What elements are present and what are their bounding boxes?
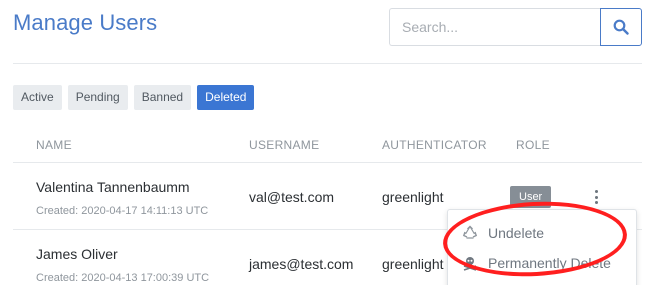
search-button[interactable]: [600, 8, 642, 46]
page-title: Manage Users: [13, 10, 158, 35]
user-name: Valentina Tannenbaumm: [36, 179, 190, 195]
manage-users-page: Manage Users Active Pending Banned Delet…: [0, 0, 652, 285]
menu-item-undelete[interactable]: Undelete: [448, 218, 636, 248]
skull-crossbones-icon: [463, 257, 477, 271]
filter-banned[interactable]: Banned: [133, 85, 192, 110]
status-filter-tabs: Active Pending Banned Deleted: [13, 85, 255, 110]
column-header-username: USERNAME: [249, 138, 320, 152]
user-created-date: Created: 2020-04-13 17:00:39 UTC: [36, 272, 210, 284]
column-header-name: NAME: [36, 138, 72, 152]
search-bar: [389, 8, 642, 46]
search-input[interactable]: [389, 8, 600, 46]
column-header-authenticator: AUTHENTICATOR: [382, 138, 487, 152]
recycle-icon: [462, 225, 478, 239]
menu-item-label: Permanently Delete: [488, 255, 611, 271]
user-created-date: Created: 2020-04-17 14:11:13 UTC: [36, 205, 209, 217]
filter-pending[interactable]: Pending: [67, 85, 128, 110]
table-header: NAME USERNAME AUTHENTICATOR ROLE: [13, 127, 642, 163]
user-username: james@test.com: [249, 256, 354, 272]
role-badge: User: [510, 186, 552, 208]
row-actions-menu: Undelete Permanently Delete: [447, 209, 637, 285]
header-divider: [13, 63, 642, 64]
user-username: val@test.com: [249, 189, 335, 205]
search-icon: [613, 19, 629, 35]
user-name: James Oliver: [36, 246, 118, 262]
filter-active[interactable]: Active: [13, 85, 62, 110]
column-header-role: ROLE: [516, 138, 550, 152]
user-authenticator: greenlight: [382, 189, 444, 205]
menu-item-label: Undelete: [488, 225, 545, 241]
filter-deleted[interactable]: Deleted: [197, 85, 255, 110]
user-authenticator: greenlight: [382, 256, 444, 272]
menu-item-permanently-delete[interactable]: Permanently Delete: [448, 248, 636, 278]
row-actions-kebab-icon[interactable]: [590, 188, 602, 206]
